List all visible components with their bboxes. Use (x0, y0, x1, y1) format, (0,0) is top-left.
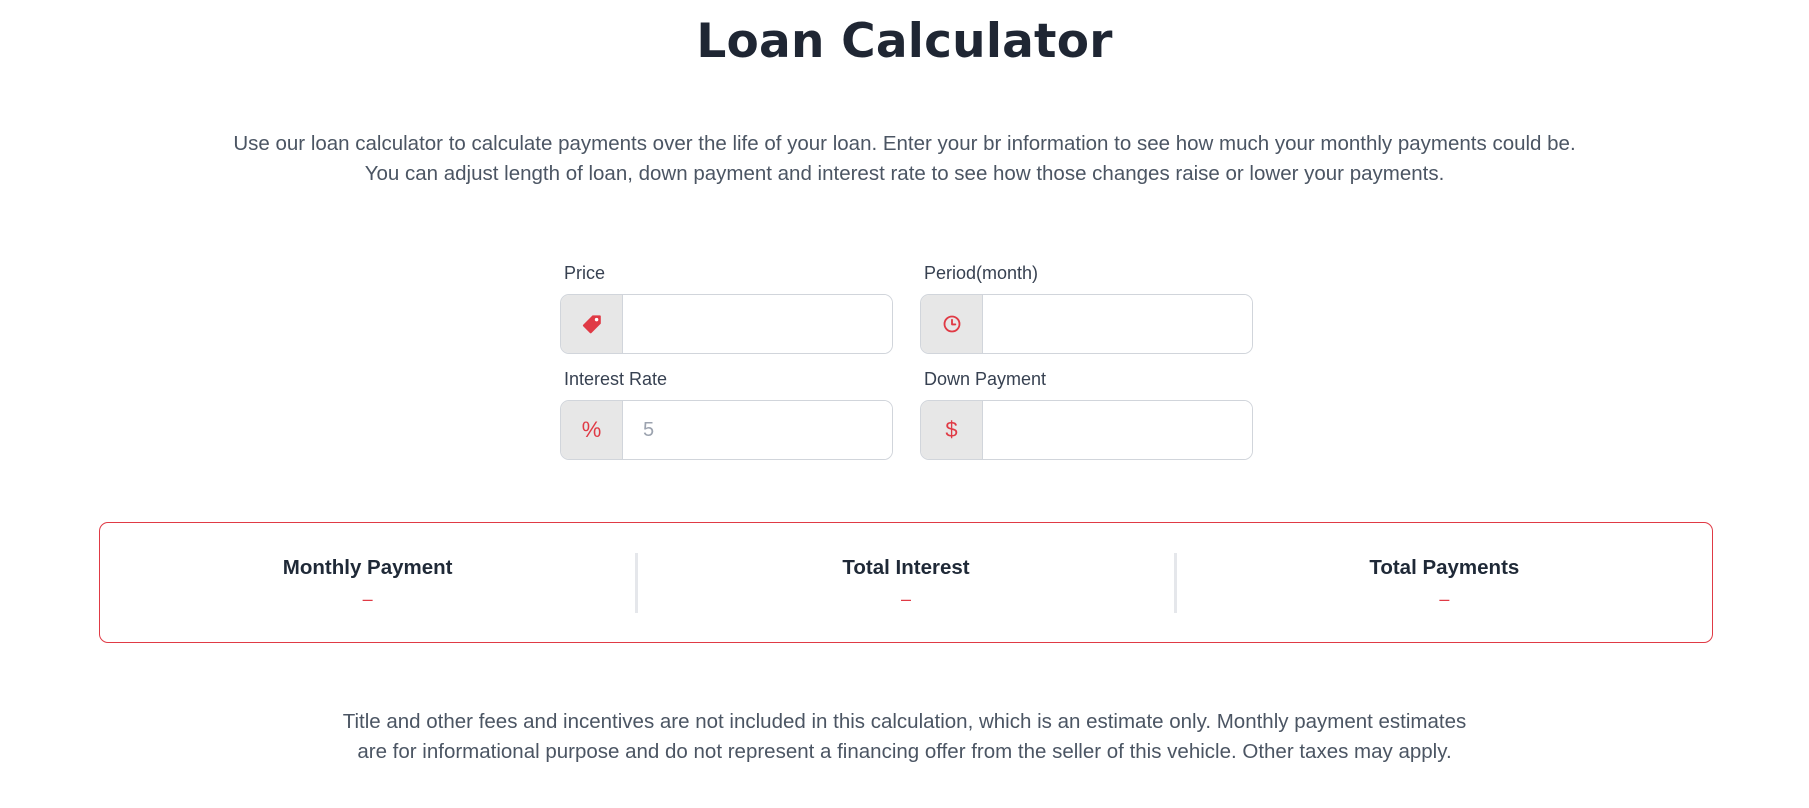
interest-rate-input-group: % (560, 400, 893, 460)
period-field: Period(month) (920, 262, 1253, 354)
results-panel: Monthly Payment – Total Interest – Total… (99, 522, 1713, 643)
total-payments-label: Total Payments (1369, 555, 1520, 579)
down-payment-label: Down Payment (924, 369, 1047, 389)
disclaimer-text: Title and other fees and incentives are … (0, 707, 1809, 767)
price-field: Price (560, 262, 893, 354)
percent-icon: % (561, 401, 623, 459)
total-payments-result: Total Payments – (1177, 553, 1712, 613)
interest-rate-field: Interest Rate % (560, 368, 893, 460)
page-title: Loan Calculator (696, 14, 1113, 69)
interest-rate-input[interactable] (623, 401, 892, 459)
period-label: Period(month) (924, 263, 1039, 283)
dollar-icon: $ (921, 401, 983, 459)
price-input-group (560, 294, 893, 354)
monthly-payment-result: Monthly Payment – (100, 553, 635, 613)
period-input[interactable] (983, 295, 1252, 353)
price-input[interactable] (623, 295, 892, 353)
down-payment-field: Down Payment $ (920, 368, 1253, 460)
total-interest-result: Total Interest – (638, 553, 1173, 613)
disclaimer-line-2: are for informational purpose and do not… (357, 740, 1452, 763)
monthly-payment-label: Monthly Payment (282, 555, 453, 579)
intro-line-1: Use our loan calculator to calculate pay… (233, 132, 1576, 155)
clock-icon (921, 295, 983, 353)
intro-line-2: You can adjust length of loan, down paym… (364, 162, 1445, 185)
period-input-group (920, 294, 1253, 354)
down-payment-input[interactable] (983, 401, 1252, 459)
monthly-payment-value: – (362, 588, 373, 609)
tag-icon (561, 295, 623, 353)
interest-rate-label: Interest Rate (564, 369, 668, 389)
intro-text: Use our loan calculator to calculate pay… (0, 129, 1809, 189)
total-interest-value: – (900, 588, 911, 609)
total-interest-label: Total Interest (842, 555, 970, 579)
down-payment-input-group: $ (920, 400, 1253, 460)
total-payments-value: – (1439, 588, 1450, 609)
disclaimer-line-1: Title and other fees and incentives are … (342, 710, 1467, 733)
price-label: Price (564, 263, 606, 283)
